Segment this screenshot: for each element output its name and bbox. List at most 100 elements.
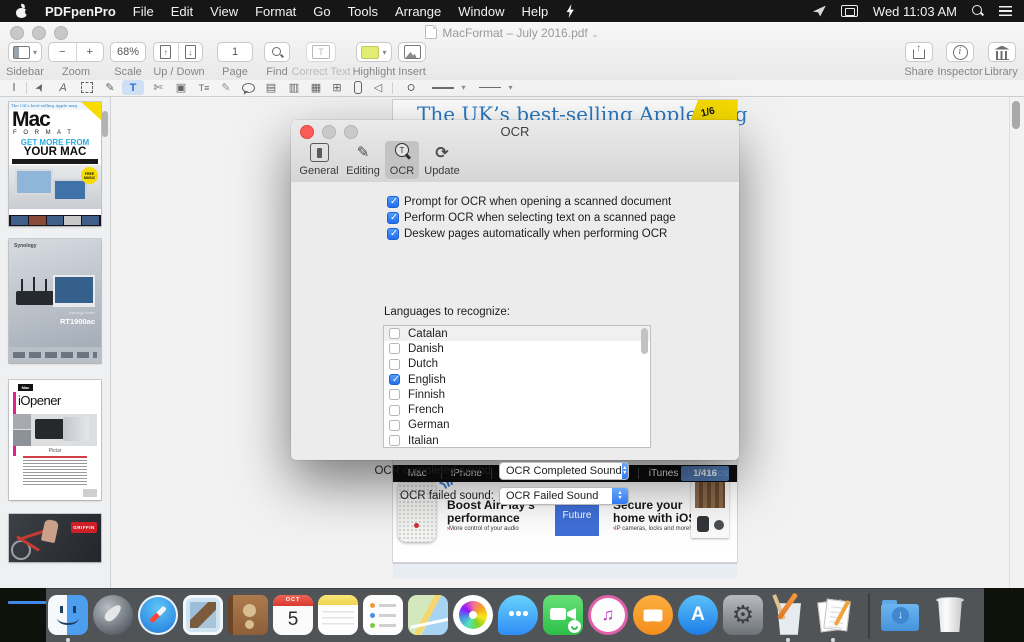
page-thumbnail-2[interactable]: Synology Synology Router RT1900ac bbox=[9, 239, 101, 363]
select-text-tool[interactable]: Ⅰ bbox=[4, 80, 24, 95]
page-down-button[interactable]: ↓ bbox=[179, 45, 203, 59]
text-insert-tool[interactable]: T bbox=[122, 80, 144, 95]
language-row-danish[interactable]: Danish bbox=[384, 341, 650, 356]
page-number-field[interactable]: 1 bbox=[217, 42, 253, 62]
dock-icon-calendar[interactable]: OCT 5 bbox=[273, 595, 313, 635]
page-thumbnail-1[interactable]: The UK’s best-selling Apple mag Mac F O … bbox=[9, 102, 101, 226]
language-row-italian[interactable]: Italian bbox=[384, 433, 650, 448]
prompt-ocr-checkbox[interactable] bbox=[387, 196, 399, 208]
note-tool[interactable]: ▤ bbox=[261, 80, 281, 95]
scale-field[interactable]: 68% bbox=[110, 42, 146, 62]
select-rectangle-tool[interactable] bbox=[77, 80, 97, 95]
dock-icon-ibooks[interactable] bbox=[633, 595, 673, 635]
dock-icon-pdfpen-scan[interactable] bbox=[813, 595, 853, 635]
menu-app-name[interactable]: PDFpenPro bbox=[45, 4, 116, 19]
language-row-english[interactable]: English bbox=[384, 372, 650, 387]
italian-checkbox[interactable] bbox=[389, 435, 400, 446]
zoom-out-button[interactable]: − bbox=[49, 46, 76, 58]
page-thumbnail-4[interactable]: GRIFFIN bbox=[9, 514, 101, 562]
dock-icon-mail[interactable] bbox=[183, 595, 223, 635]
comment-tool[interactable] bbox=[238, 80, 258, 95]
language-row-german[interactable]: German bbox=[384, 418, 650, 433]
scrollbar-thumb[interactable] bbox=[1012, 101, 1020, 129]
apple-menu-icon[interactable] bbox=[16, 5, 28, 18]
dock-icon-notes[interactable] bbox=[318, 595, 358, 635]
language-row-catalan[interactable]: Catalan bbox=[384, 326, 650, 341]
german-checkbox[interactable] bbox=[389, 420, 400, 431]
dock-icon-launchpad[interactable] bbox=[93, 595, 133, 635]
sound-annotation-tool[interactable]: ◁ bbox=[368, 80, 388, 95]
dock-icon-contacts[interactable] bbox=[228, 595, 268, 635]
form-checkbox-tool[interactable]: ▦ bbox=[306, 80, 326, 95]
document-proxy-icon[interactable] bbox=[425, 25, 437, 39]
arrow-style-select[interactable]: ▾ bbox=[477, 80, 515, 95]
dock-icon-trash[interactable] bbox=[930, 595, 970, 635]
dock-icon-maps[interactable] bbox=[408, 595, 448, 635]
edit-text-tool[interactable]: A bbox=[53, 80, 73, 95]
perform-ocr-checkbox[interactable] bbox=[387, 212, 399, 224]
page-up-button[interactable]: ↑ bbox=[154, 45, 178, 59]
inspector-button[interactable]: i bbox=[946, 42, 974, 62]
completed-sound-popup[interactable]: OCR Completed Sound ▲▼ bbox=[499, 462, 629, 480]
redact-tool[interactable]: ✄ bbox=[148, 80, 168, 95]
page-thumbnail-3[interactable]: Mac iOpener Pictar bbox=[9, 380, 101, 500]
finnish-checkbox[interactable] bbox=[389, 389, 400, 400]
find-button[interactable] bbox=[264, 42, 290, 62]
line-style-select[interactable]: ▾ bbox=[430, 80, 468, 95]
menu-arrange[interactable]: Arrange bbox=[395, 4, 441, 19]
dock-icon-finder[interactable] bbox=[48, 595, 88, 635]
menu-clock[interactable]: Wed 11:03 AM bbox=[873, 4, 957, 19]
dock-icon-itunes[interactable]: ♫ bbox=[588, 595, 628, 635]
languages-scrollbar-thumb[interactable] bbox=[641, 328, 648, 354]
notification-center-icon[interactable] bbox=[999, 6, 1012, 16]
menu-file[interactable]: File bbox=[133, 4, 154, 19]
dock-icon-downloads[interactable]: ↓ bbox=[880, 595, 920, 635]
dock-icon-app-store[interactable]: A bbox=[678, 595, 718, 635]
dock-icon-photos[interactable] bbox=[453, 595, 493, 635]
insert-button[interactable] bbox=[398, 42, 426, 62]
language-row-dutch[interactable]: Dutch bbox=[384, 357, 650, 372]
stamp-tool[interactable]: ▣ bbox=[171, 80, 191, 95]
dock-icon-reminders[interactable] bbox=[363, 595, 403, 635]
catalan-checkbox[interactable] bbox=[389, 328, 400, 339]
share-button[interactable] bbox=[905, 42, 933, 62]
danish-checkbox[interactable] bbox=[389, 343, 400, 354]
english-checkbox[interactable] bbox=[389, 374, 400, 385]
dock-icon-pdfpen[interactable] bbox=[768, 595, 808, 635]
ellipse-tool[interactable]: ○ bbox=[399, 80, 423, 95]
failed-sound-popup[interactable]: OCR Failed Sound ▲▼ bbox=[499, 487, 629, 505]
menu-go[interactable]: Go bbox=[313, 4, 330, 19]
menu-help[interactable]: Help bbox=[521, 4, 548, 19]
dock-icon-system-preferences[interactable]: ⚙ bbox=[723, 595, 763, 635]
dock-icon-facetime[interactable] bbox=[543, 595, 583, 635]
menu-view[interactable]: View bbox=[210, 4, 238, 19]
dock-icon-safari[interactable] bbox=[138, 595, 178, 635]
tab-update[interactable]: ⟳ Update bbox=[421, 141, 463, 179]
zoom-in-button[interactable]: + bbox=[77, 46, 104, 58]
dutch-checkbox[interactable] bbox=[389, 359, 400, 370]
form-text-field-tool[interactable]: ▥ bbox=[284, 80, 304, 95]
attachment-tool[interactable] bbox=[348, 80, 368, 95]
highlighter-tool[interactable]: ✎ bbox=[216, 80, 236, 95]
menu-edit[interactable]: Edit bbox=[171, 4, 193, 19]
paper-plane-menu-icon[interactable] bbox=[813, 6, 826, 17]
dock-icon-messages[interactable] bbox=[498, 595, 538, 635]
menu-window[interactable]: Window bbox=[458, 4, 504, 19]
sidebar-scrollbar[interactable] bbox=[102, 111, 108, 137]
displays-menu-icon[interactable] bbox=[841, 5, 858, 17]
deskew-checkbox[interactable] bbox=[387, 228, 399, 240]
menu-format[interactable]: Format bbox=[255, 4, 296, 19]
sidebar-toggle-button[interactable]: ▾ bbox=[8, 42, 42, 62]
french-checkbox[interactable] bbox=[389, 405, 400, 416]
library-button[interactable] bbox=[988, 42, 1016, 62]
tab-ocr[interactable]: OCR bbox=[385, 141, 419, 179]
language-row-finnish[interactable]: Finnish bbox=[384, 387, 650, 402]
highlight-button[interactable]: ▾ bbox=[356, 42, 392, 62]
lightning-bolt-icon[interactable] bbox=[565, 4, 575, 18]
correct-text-tool[interactable]: T≡ bbox=[194, 80, 214, 95]
form-button-tool[interactable]: ⊞ bbox=[327, 80, 347, 95]
menu-tools[interactable]: Tools bbox=[348, 4, 378, 19]
tab-general[interactable]: General bbox=[297, 141, 341, 179]
tab-editing[interactable]: ✎ Editing bbox=[343, 141, 383, 179]
language-row-french[interactable]: French bbox=[384, 402, 650, 417]
